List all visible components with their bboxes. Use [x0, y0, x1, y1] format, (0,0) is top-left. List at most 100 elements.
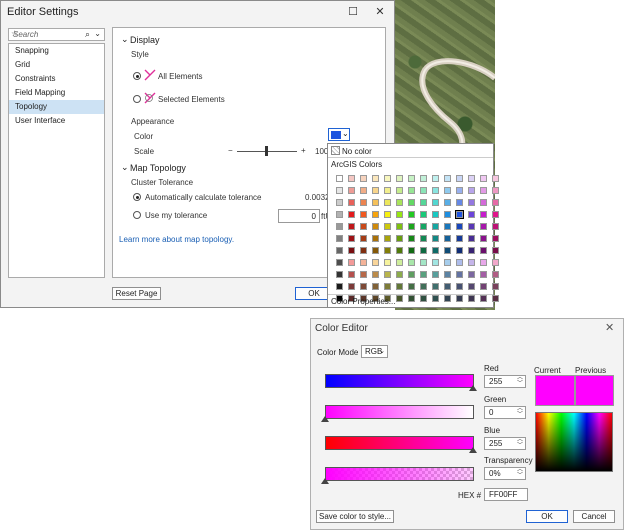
color-mode-select[interactable]: RGB ⌄ [361, 345, 388, 358]
color-swatch[interactable] [456, 259, 463, 266]
nav-item-field-mapping[interactable]: Field Mapping [9, 86, 104, 100]
color-swatch[interactable] [336, 187, 343, 194]
color-swatch[interactable] [360, 223, 367, 230]
color-swatch[interactable] [456, 271, 463, 278]
color-swatch[interactable] [456, 295, 463, 302]
color-swatch[interactable] [408, 175, 415, 182]
my-tolerance-input[interactable]: 0 [278, 209, 320, 223]
color-swatch[interactable] [372, 283, 379, 290]
color-swatch[interactable] [360, 247, 367, 254]
red-spinner-icon[interactable]: ︿ ﹀ [517, 375, 523, 387]
red-slider-thumb[interactable] [469, 385, 477, 391]
color-swatch[interactable] [372, 223, 379, 230]
color-swatch[interactable] [492, 211, 499, 218]
color-swatch[interactable] [336, 199, 343, 206]
color-swatch[interactable] [420, 211, 427, 218]
my-tolerance-radio[interactable] [133, 211, 141, 219]
scale-slider-thumb[interactable] [265, 146, 268, 156]
color-swatch[interactable] [480, 259, 487, 266]
color-swatch[interactable] [408, 247, 415, 254]
color-swatch[interactable] [360, 199, 367, 206]
search-icon[interactable]: ⌕ [85, 29, 90, 40]
color-swatch[interactable] [444, 271, 451, 278]
close-icon[interactable]: ✕ [605, 321, 614, 334]
color-swatch[interactable] [372, 199, 379, 206]
scale-minus-button[interactable]: − [228, 146, 233, 155]
color-swatch[interactable] [432, 283, 439, 290]
color-swatch[interactable] [492, 259, 499, 266]
color-swatch[interactable] [396, 247, 403, 254]
nav-item-grid[interactable]: Grid [9, 58, 104, 72]
color-swatch[interactable] [432, 187, 439, 194]
color-swatch[interactable] [480, 187, 487, 194]
color-swatch[interactable] [420, 199, 427, 206]
color-swatch[interactable] [336, 223, 343, 230]
ok-button[interactable]: OK [526, 510, 568, 523]
green-slider[interactable] [325, 405, 474, 419]
hex-input[interactable]: FF00FF [484, 488, 528, 501]
color-swatch[interactable] [408, 259, 415, 266]
save-color-to-style-button[interactable]: Save color to style... [316, 510, 394, 523]
color-swatch[interactable] [468, 175, 475, 182]
color-swatch[interactable] [372, 271, 379, 278]
color-swatch[interactable] [360, 271, 367, 278]
color-swatch[interactable] [420, 247, 427, 254]
display-collapse-icon[interactable]: ⌄ [121, 34, 129, 45]
color-swatch[interactable] [336, 259, 343, 266]
color-swatch[interactable] [372, 235, 379, 242]
color-swatch[interactable] [468, 187, 475, 194]
green-spinner-icon[interactable]: ︿ ﹀ [517, 406, 523, 418]
color-swatch[interactable] [384, 271, 391, 278]
color-swatch[interactable] [468, 235, 475, 242]
nav-item-snapping[interactable]: Snapping [9, 44, 104, 58]
color-swatch[interactable] [372, 247, 379, 254]
selected-elements-radio[interactable] [133, 95, 141, 103]
color-swatch[interactable] [348, 187, 355, 194]
color-swatch[interactable] [420, 223, 427, 230]
color-swatch[interactable] [432, 175, 439, 182]
color-swatch[interactable] [408, 223, 415, 230]
color-swatch[interactable] [348, 271, 355, 278]
color-swatch[interactable] [348, 211, 355, 218]
blue-slider[interactable] [325, 436, 474, 450]
color-swatch[interactable] [384, 283, 391, 290]
color-swatch[interactable] [348, 247, 355, 254]
color-swatch[interactable] [432, 199, 439, 206]
color-swatch[interactable] [396, 235, 403, 242]
color-swatch[interactable] [396, 283, 403, 290]
color-swatch[interactable] [456, 199, 463, 206]
transparency-input[interactable]: 0% ︿ ﹀ [484, 467, 526, 480]
color-swatch[interactable] [336, 247, 343, 254]
transparency-spinner-icon[interactable]: ︿ ﹀ [517, 467, 523, 479]
blue-slider-thumb[interactable] [469, 447, 477, 453]
color-swatch[interactable] [360, 175, 367, 182]
color-swatch[interactable] [384, 235, 391, 242]
green-slider-thumb[interactable] [321, 416, 329, 422]
color-swatch[interactable] [480, 175, 487, 182]
color-swatch[interactable] [360, 235, 367, 242]
color-swatch[interactable] [468, 223, 475, 230]
color-swatch[interactable] [444, 259, 451, 266]
color-swatch[interactable] [492, 223, 499, 230]
color-swatch[interactable] [444, 199, 451, 206]
color-swatch[interactable] [456, 283, 463, 290]
color-swatch[interactable] [420, 295, 427, 302]
color-swatch[interactable] [480, 295, 487, 302]
color-swatch[interactable] [468, 283, 475, 290]
color-swatch[interactable] [492, 271, 499, 278]
color-swatch[interactable] [348, 283, 355, 290]
color-swatch[interactable] [492, 247, 499, 254]
color-swatch[interactable] [420, 187, 427, 194]
color-swatch[interactable] [480, 283, 487, 290]
color-swatch[interactable] [384, 187, 391, 194]
color-swatch[interactable] [336, 211, 343, 218]
color-swatch[interactable] [348, 199, 355, 206]
color-swatch[interactable] [468, 247, 475, 254]
color-swatch[interactable] [384, 247, 391, 254]
color-swatch[interactable] [492, 235, 499, 242]
maximize-icon[interactable]: ☐ [346, 5, 360, 19]
color-swatch[interactable] [468, 259, 475, 266]
color-swatch[interactable] [480, 223, 487, 230]
search-input[interactable]: Search ⌕ ⌄ [8, 28, 105, 41]
color-swatch[interactable] [336, 235, 343, 242]
